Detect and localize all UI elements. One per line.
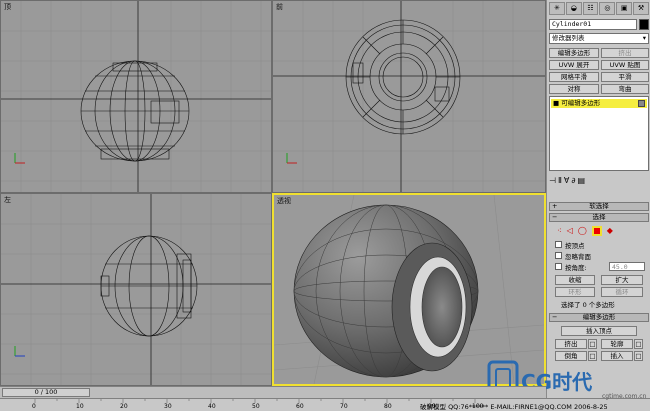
uvw-unwrap-button[interactable]: UVW 展开	[549, 60, 599, 70]
viewport-persp-label: 透视	[277, 197, 291, 205]
tick-label: 0	[32, 403, 36, 410]
edit-polygons-label: 编辑多边形	[582, 313, 616, 321]
modifier-list-label: 修改器列表	[552, 34, 585, 42]
shrink-button[interactable]: 收缩	[555, 275, 595, 285]
left-view-canvas	[1, 194, 271, 385]
configure-sets-icon[interactable]: ▤	[578, 176, 586, 185]
grow-button[interactable]: 扩大	[601, 275, 643, 285]
border-icon[interactable]: ◯	[578, 226, 587, 236]
smooth-button[interactable]: 平滑	[601, 72, 649, 82]
status-credit: 破解模型 QQ:76****** E-MAIL:FIRNE1@QQ.COM 20…	[420, 403, 608, 411]
loop-button[interactable]: 循环	[601, 287, 643, 297]
edge-icon[interactable]: ◁	[567, 226, 573, 236]
selection-rollout[interactable]: − 选择	[549, 213, 649, 222]
bulb-icon: ■	[553, 99, 562, 107]
perspective-view-canvas	[274, 195, 544, 384]
make-unique-icon[interactable]: ∀	[564, 176, 569, 185]
viewport-left-label: 左	[4, 196, 11, 204]
tick-label: 60	[296, 403, 304, 410]
sphere-wireframe	[80, 60, 190, 162]
side-wireframe	[100, 235, 198, 337]
by-angle-checkbox[interactable]	[555, 263, 562, 270]
subobject-icons: ⁖ ◁ ◯ ◆	[557, 226, 613, 236]
minus-icon: −	[552, 213, 558, 221]
modifier-list-dropdown[interactable]: 修改器列表 ▾	[549, 33, 649, 44]
tab-hierarchy[interactable]: ☷	[582, 2, 599, 15]
watermark-text: cgtime.com.cn	[602, 393, 647, 400]
tick-label: 10	[76, 403, 84, 410]
viewport-top-label: 顶	[4, 3, 11, 11]
symmetry-button[interactable]: 对称	[549, 84, 599, 94]
inset-settings-button[interactable]: □	[634, 351, 643, 361]
insert-vertex-button[interactable]: 插入顶点	[561, 326, 637, 336]
bend-button[interactable]: 弯曲	[601, 84, 649, 94]
tick-label: 20	[120, 403, 128, 410]
viewport-left[interactable]: 左	[0, 193, 272, 386]
extrude-settings-button[interactable]: □	[588, 339, 597, 349]
viewport-top[interactable]: 顶	[0, 0, 272, 193]
stack-item-editable-poly[interactable]: ■ 可编辑多边形	[551, 99, 647, 108]
plus-icon: +	[552, 202, 558, 210]
extrude-button[interactable]: 挤出	[555, 339, 587, 349]
remove-modifier-icon[interactable]: ∂	[571, 176, 575, 185]
time-slider-thumb[interactable]: 0 / 100	[2, 388, 90, 397]
command-panel-tabs: ✳ ◒ ☷ ◎ ▣ ⚒	[549, 2, 649, 15]
show-end-result-icon[interactable]: Ⅱ	[558, 176, 562, 185]
inset-button[interactable]: 插入	[601, 351, 633, 361]
meshsmooth-button[interactable]: 网格平滑	[549, 72, 599, 82]
pin-stack-icon[interactable]: ⊣	[549, 176, 556, 185]
tab-display[interactable]: ▣	[616, 2, 633, 15]
command-panel: ✳ ◒ ☷ ◎ ▣ ⚒ Cylinder01 修改器列表 ▾ 编辑多边形 挤出 …	[546, 0, 650, 400]
edit-polygons-rollout[interactable]: − 编辑多边形	[549, 313, 649, 322]
element-icon[interactable]: ◆	[607, 226, 613, 236]
tick-label: 70	[340, 403, 348, 410]
tab-modify[interactable]: ◒	[565, 2, 582, 15]
tick-label: 30	[164, 403, 172, 410]
ring-button[interactable]: 环形	[555, 287, 595, 297]
outline-settings-button[interactable]: □	[634, 339, 643, 349]
frame-counter: 0 / 100	[34, 388, 58, 396]
ignore-backfacing-label: 忽略背面	[565, 253, 591, 261]
ignore-backfacing-checkbox[interactable]	[555, 252, 562, 259]
stack-toolbar: ⊣ Ⅱ ∀ ∂ ▤	[549, 174, 649, 186]
time-slider[interactable]: 0 / 100	[0, 386, 546, 398]
chevron-down-icon: ▾	[642, 34, 646, 42]
uvw-map-button[interactable]: UVW 贴图	[601, 60, 649, 70]
polygon-icon[interactable]	[591, 226, 602, 236]
viewport-front-label: 前	[276, 3, 283, 11]
selection-info: 选择了 0 个多边形	[561, 301, 615, 309]
object-color-swatch[interactable]	[639, 19, 649, 30]
tab-create[interactable]: ✳	[549, 2, 565, 15]
front-view-canvas	[273, 1, 545, 192]
stack-item-swatch-icon	[638, 100, 645, 107]
object-name-field[interactable]: Cylinder01	[549, 19, 637, 30]
sphere-render	[293, 204, 479, 378]
soft-selection-label: 软选择	[589, 202, 609, 210]
by-vertex-checkbox[interactable]	[555, 241, 562, 248]
angle-spinner[interactable]: 45.0	[609, 262, 645, 271]
extrude-modifier-button[interactable]: 挤出	[601, 48, 649, 58]
ring-wireframe	[345, 19, 461, 135]
edit-poly-button[interactable]: 编辑多边形	[549, 48, 599, 58]
minus-icon: −	[552, 313, 558, 321]
viewport-front[interactable]: 前	[272, 0, 546, 193]
top-view-canvas	[1, 1, 271, 192]
vertex-icon[interactable]: ⁖	[557, 226, 562, 236]
tick-label: 80	[384, 403, 392, 410]
by-vertex-label: 按顶点	[565, 242, 585, 250]
stack-item-label: 可编辑多边形	[561, 99, 601, 107]
outline-button[interactable]: 轮廓	[601, 339, 633, 349]
by-angle-label: 按角度:	[565, 264, 587, 272]
tab-utilities[interactable]: ⚒	[633, 2, 649, 15]
tick-label: 50	[252, 403, 260, 410]
tab-motion[interactable]: ◎	[599, 2, 616, 15]
tick-label: 40	[208, 403, 216, 410]
soft-selection-rollout[interactable]: + 软选择	[549, 202, 649, 211]
modifier-stack[interactable]: ■ 可编辑多边形	[549, 96, 649, 171]
selection-label: 选择	[592, 213, 606, 221]
